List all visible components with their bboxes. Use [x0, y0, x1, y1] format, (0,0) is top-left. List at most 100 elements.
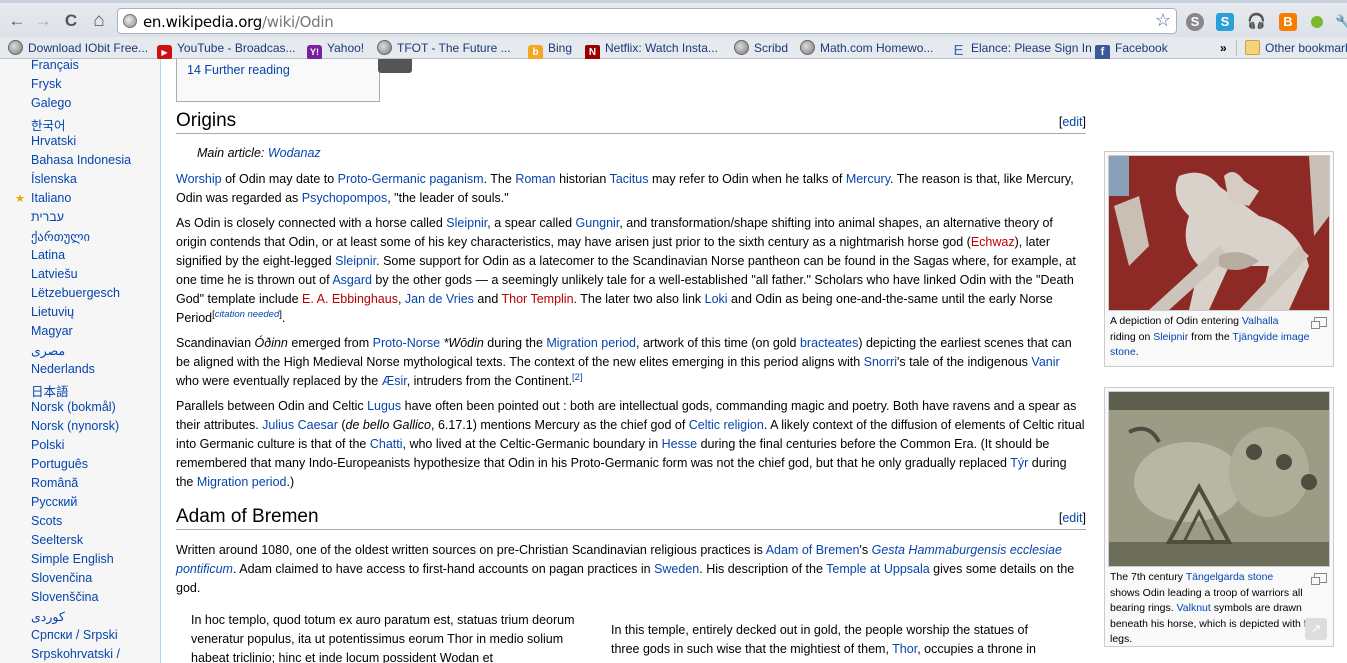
link[interactable]: Jan de Vries [405, 292, 474, 306]
language-link[interactable]: Simple English [31, 552, 114, 566]
link[interactable]: Sleipnir [335, 254, 376, 268]
url-text[interactable]: en.wikipedia.org/wiki/Odin [143, 13, 334, 31]
bookmark-item[interactable]: Scribd [734, 40, 788, 56]
bookmark-item[interactable]: Math.com Homewo... [800, 40, 933, 56]
link[interactable]: Valhalla [1242, 315, 1279, 327]
link[interactable]: Týr [1010, 456, 1028, 470]
link[interactable]: Sweden [654, 562, 699, 576]
link[interactable]: Sleipnir [1153, 331, 1188, 343]
language-link[interactable]: Română [31, 476, 78, 490]
link[interactable]: Æsir [382, 374, 407, 388]
tangelgarda-stone-image[interactable] [1108, 391, 1330, 567]
redlink[interactable]: E. A. Ebbinghaus [302, 292, 398, 306]
tjangvide-stone-image[interactable] [1108, 155, 1330, 311]
link[interactable]: Julius Caesar [262, 418, 338, 432]
enlarge-icon[interactable] [1311, 573, 1327, 585]
language-link[interactable]: Polski [31, 438, 64, 452]
other-bookmarks-button[interactable]: Other bookmarks [1245, 40, 1347, 56]
hatnote-link[interactable]: Wodanaz [268, 146, 321, 160]
edit-link[interactable]: edit [1062, 115, 1082, 129]
link[interactable]: Mercury [846, 172, 890, 186]
language-link[interactable]: Hrvatski [31, 134, 76, 148]
language-link[interactable]: עברית [31, 210, 64, 224]
link[interactable]: Sleipnir [446, 216, 487, 230]
language-link[interactable]: Íslenska [31, 172, 77, 186]
link[interactable]: Loki [705, 292, 728, 306]
link[interactable]: Tacitus [610, 172, 649, 186]
link[interactable]: Roman [515, 172, 555, 186]
link[interactable]: Gesta Hammaburgensis ecclesiae pontificu… [176, 543, 1062, 576]
language-link[interactable]: Nederlands [31, 362, 95, 376]
share-icon[interactable]: ↗ [1305, 618, 1327, 640]
link[interactable]: Snorri [864, 355, 897, 369]
link[interactable]: Vanir [1031, 355, 1059, 369]
bookmark-item[interactable]: f Facebook [1095, 40, 1168, 60]
link[interactable]: Asgard [332, 273, 372, 287]
bookmarks-overflow-button[interactable]: » [1220, 40, 1227, 56]
bookmark-item[interactable]: N Netflix: Watch Insta... [585, 40, 718, 60]
citation-needed-link[interactable]: citation needed [215, 309, 279, 320]
language-link[interactable]: Seeltersk [31, 533, 83, 547]
language-link[interactable]: Galego [31, 96, 71, 110]
language-link[interactable]: Lietuvių [31, 305, 74, 319]
language-link[interactable]: Norsk (bokmål) [31, 400, 116, 414]
link[interactable]: Proto-Germanic paganism [338, 172, 484, 186]
edit-link[interactable]: edit [1062, 511, 1082, 525]
link[interactable]: Migration period [546, 336, 636, 350]
language-link[interactable]: Српски / Srpski [31, 628, 118, 642]
bookmark-item[interactable]: Y! Yahoo! [307, 40, 364, 60]
link[interactable]: Lugus [367, 399, 401, 413]
link[interactable]: Psychopompos [302, 191, 387, 205]
language-link[interactable]: Latviešu [31, 267, 78, 281]
language-link[interactable]: Slovenčina [31, 571, 92, 585]
language-link[interactable]: Português [31, 457, 88, 471]
redlink[interactable]: Echwaz [971, 235, 1015, 249]
link[interactable]: Celtic religion [689, 418, 764, 432]
language-link[interactable]: مصرى [31, 343, 65, 358]
language-link[interactable]: Srpskohrvatski / [31, 647, 120, 661]
language-link[interactable]: کوردی [31, 609, 65, 624]
bookmark-item[interactable]: b Bing [528, 40, 572, 60]
link[interactable]: Worship [176, 172, 222, 186]
redlink[interactable]: Thor Templin [502, 292, 574, 306]
language-link[interactable]: Lëtzebuergesch [31, 286, 120, 300]
enlarge-icon[interactable] [1311, 317, 1327, 329]
back-button[interactable]: ← [8, 12, 26, 30]
link[interactable]: Thor [892, 642, 917, 656]
bookmark-item[interactable]: Download IObit Free... [8, 40, 148, 56]
link[interactable]: Proto-Norse [373, 336, 440, 350]
blogger-icon[interactable]: B [1279, 13, 1297, 31]
bookmark-star-icon[interactable]: ☆ [1155, 10, 1171, 31]
language-link[interactable]: Frysk [31, 77, 62, 91]
link[interactable]: Migration period [197, 475, 287, 489]
link[interactable]: Chatti [370, 437, 403, 451]
language-link[interactable]: Latina [31, 248, 65, 262]
reference-link[interactable]: [2] [572, 372, 583, 383]
language-link[interactable]: Русский [31, 495, 77, 509]
status-dot-icon[interactable] [1311, 16, 1323, 28]
language-link[interactable]: Bahasa Indonesia [31, 153, 131, 167]
language-link[interactable]: 한국어 [31, 115, 66, 134]
bookmark-item[interactable]: ▶ YouTube - Broadcas... [157, 40, 296, 60]
link[interactable]: bracteates [800, 336, 858, 350]
language-link[interactable]: Norsk (nynorsk) [31, 419, 119, 433]
wrench-icon[interactable]: 🔧 [1335, 13, 1347, 31]
link[interactable]: Tängelgarda stone [1186, 571, 1274, 583]
link[interactable]: Hesse [662, 437, 697, 451]
link[interactable]: Gungnir [576, 216, 620, 230]
toc-item[interactable]: 14 Further reading [187, 63, 290, 77]
link[interactable]: Adam of Bremen [766, 543, 860, 557]
bookmark-item[interactable]: TFOT - The Future ... [377, 40, 511, 56]
home-button[interactable]: ⌂ [90, 11, 108, 30]
headphones-icon[interactable]: 🎧 [1247, 13, 1266, 31]
forward-button[interactable]: → [34, 12, 52, 30]
link[interactable]: Temple at Uppsala [826, 562, 930, 576]
language-link[interactable]: 日本語 [31, 381, 69, 400]
language-link[interactable]: Français [31, 59, 79, 72]
evernote-icon[interactable]: S [1186, 13, 1204, 31]
language-link[interactable]: Scots [31, 514, 62, 528]
bookmark-item[interactable]: E Elance: Please Sign In [951, 40, 1091, 58]
link[interactable]: Valknut [1177, 602, 1211, 614]
language-link[interactable]: Magyar [31, 324, 73, 338]
reload-button[interactable]: C [62, 12, 80, 30]
